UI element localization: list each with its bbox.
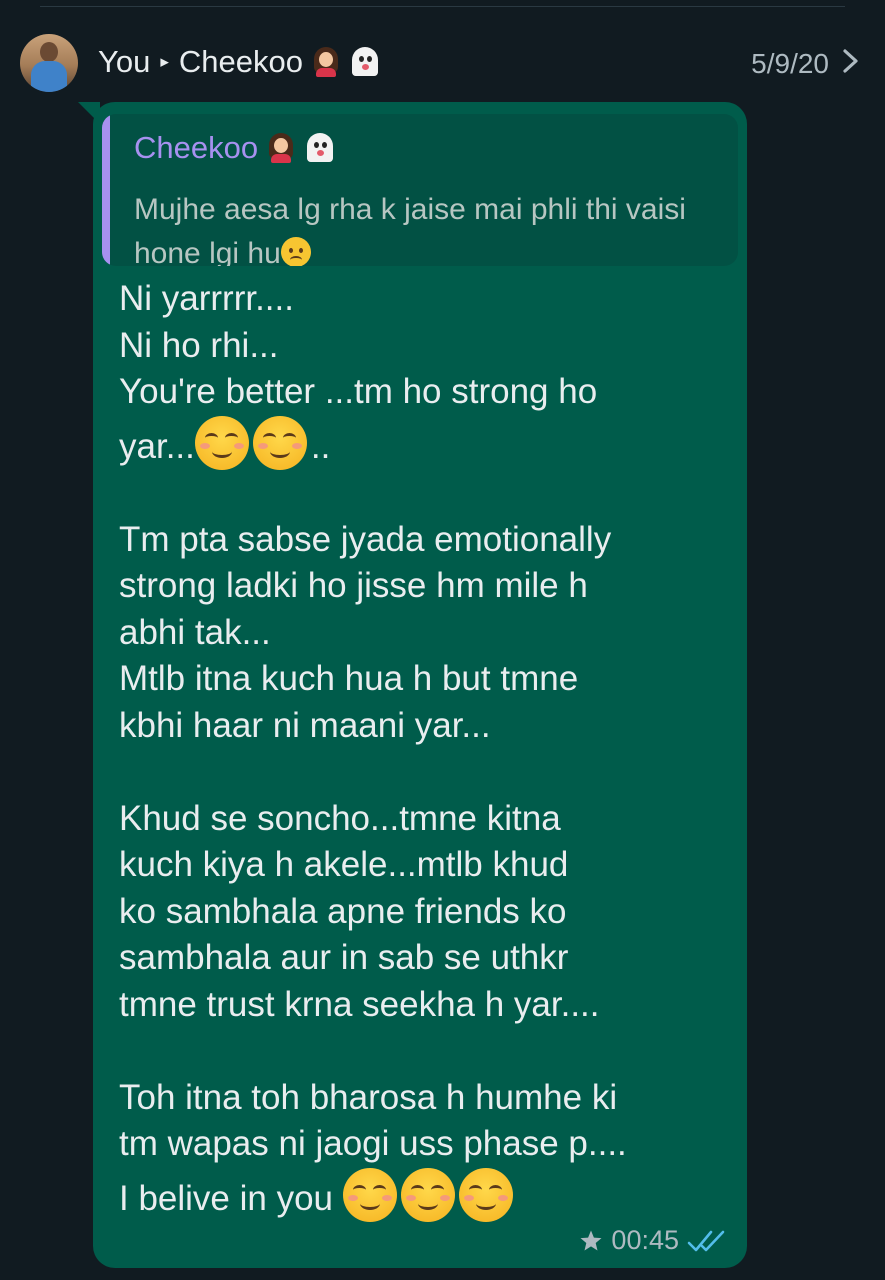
quote-accent-bar	[102, 114, 110, 266]
quote-author-name: Cheekoo	[134, 130, 259, 165]
smiling-emoji-icon	[252, 415, 307, 470]
message-time: 00:45	[611, 1225, 679, 1255]
smiling-emoji-icon	[342, 1167, 397, 1222]
message-bubble[interactable]: Cheekoo Mujhe aesa lg rha k jaise mai ph…	[93, 102, 747, 1268]
message-line: Ni yarrrrr....	[119, 279, 294, 318]
disappointed-emoji-icon	[280, 237, 311, 266]
woman-emoji-icon	[313, 47, 339, 77]
smiling-emoji-icon	[400, 1167, 455, 1222]
star-icon	[580, 1230, 602, 1250]
message-line: You're better ...tm ho strong ho	[119, 372, 598, 411]
smiling-emoji-icon	[194, 415, 249, 470]
message-paragraph: Toh itna toh bharosa h humhe ki tm wapas…	[119, 1077, 627, 1164]
recipient-name: Cheekoo	[178, 44, 303, 79]
message-line: I belive in you	[119, 1178, 343, 1218]
message-line: Ni ho rhi...	[119, 325, 279, 365]
message-text: Ni yarrrrr.... Ni ho rhi... You're bette…	[119, 276, 739, 1222]
divider	[40, 6, 845, 7]
message-meta: 00:45	[579, 1225, 727, 1256]
message-header[interactable]: You ▸ Cheekoo 5/9/20	[0, 30, 885, 100]
starred-message-screen: You ▸ Cheekoo 5/9/20 Cheekoo Mujhe aesa …	[0, 0, 885, 1280]
message-paragraph: Khud se soncho...tmne kitna kuch kiya h …	[119, 798, 600, 1024]
chevron-right-icon[interactable]	[835, 46, 865, 76]
message-line: yar...	[119, 426, 195, 466]
smiling-emoji-icon	[458, 1167, 513, 1222]
quoted-message[interactable]: Cheekoo Mujhe aesa lg rha k jaise mai ph…	[102, 114, 738, 266]
conversation-title: You ▸ Cheekoo	[98, 44, 381, 80]
play-arrow-icon: ▸	[160, 52, 169, 71]
quote-author: Cheekoo	[134, 130, 336, 166]
quote-text: Mujhe aesa lg rha k jaise mai phli thi v…	[134, 193, 686, 266]
double-check-icon	[687, 1230, 725, 1251]
ghost-emoji-icon	[349, 46, 381, 78]
message-date: 5/9/20	[751, 48, 829, 79]
sender-name: You	[98, 44, 151, 79]
avatar[interactable]	[20, 34, 78, 92]
ghost-emoji-icon	[304, 132, 336, 164]
message-line: ..	[310, 426, 331, 466]
woman-emoji-icon	[268, 133, 294, 163]
message-paragraph: Tm pta sabse jyada emotionally strong la…	[119, 519, 612, 745]
